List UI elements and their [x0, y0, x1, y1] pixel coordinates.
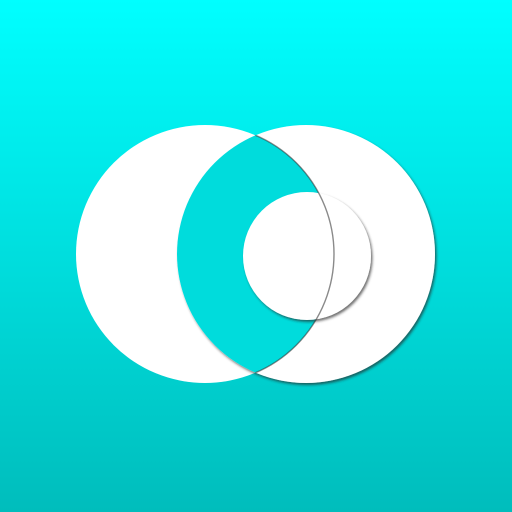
inner-circle-shape [243, 192, 371, 320]
app-icon [0, 0, 512, 512]
overlapping-circles-logo-icon [76, 125, 435, 383]
